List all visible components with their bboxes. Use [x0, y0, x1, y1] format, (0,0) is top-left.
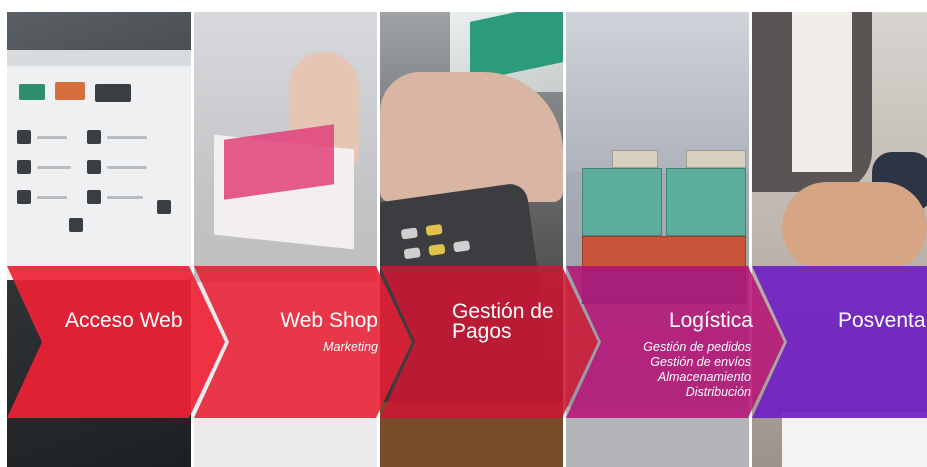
process-banner: Acceso Web Web Shop Marketing Gestión de…: [0, 0, 927, 467]
app-tile: [87, 190, 101, 204]
app-tile: [17, 190, 31, 204]
tablet-toolbar: [7, 50, 191, 66]
terminal-key: [453, 240, 471, 253]
text-line: [107, 136, 147, 139]
step-item: Gestión de pedidos: [643, 340, 751, 354]
step-items-logistica: Gestión de pedidos Gestión de envíos Alm…: [643, 340, 751, 400]
step-title-logistica: Logística: [668, 309, 753, 332]
terminal-key: [428, 243, 446, 256]
step-title-line: Gestión de: [452, 300, 554, 323]
app-tile: [87, 160, 101, 174]
step-item: Gestión de envíos: [650, 355, 751, 369]
step-title-line: Pagos: [452, 320, 512, 343]
step-title-posventa: Posventa: [838, 309, 926, 332]
shirt: [792, 12, 852, 172]
tablet-screen: [7, 50, 191, 280]
app-tile: [55, 82, 85, 100]
text-line: [37, 136, 67, 139]
container-red: [582, 236, 746, 270]
container: [612, 150, 658, 168]
terminal-key: [425, 223, 443, 237]
app-tile: [69, 218, 83, 232]
document: [782, 412, 927, 467]
sky: [566, 12, 749, 172]
container: [686, 150, 746, 168]
step-title-gestion-pagos: Gestión de Pagos: [452, 300, 554, 343]
app-tile: [87, 130, 101, 144]
terminal-key: [400, 227, 418, 240]
text-line: [37, 196, 67, 199]
app-tile: [17, 130, 31, 144]
step-item: Distribución: [685, 385, 751, 399]
text-line: [107, 166, 147, 169]
text-line: [107, 196, 143, 199]
hand: [380, 72, 563, 202]
terminal-key: [403, 247, 421, 260]
app-tile: [17, 160, 31, 174]
step-item: Marketing: [323, 340, 378, 354]
container-teal: [666, 168, 746, 236]
step-title-acceso-web: Acceso Web: [65, 309, 183, 332]
step-title-web-shop: Web Shop: [280, 309, 378, 332]
handshake: [782, 182, 927, 272]
container-teal: [582, 168, 662, 236]
app-tile: [95, 84, 131, 102]
text-line: [37, 166, 71, 169]
app-tile: [19, 84, 45, 100]
app-tile: [157, 200, 171, 214]
step-item: Almacenamiento: [657, 370, 751, 384]
